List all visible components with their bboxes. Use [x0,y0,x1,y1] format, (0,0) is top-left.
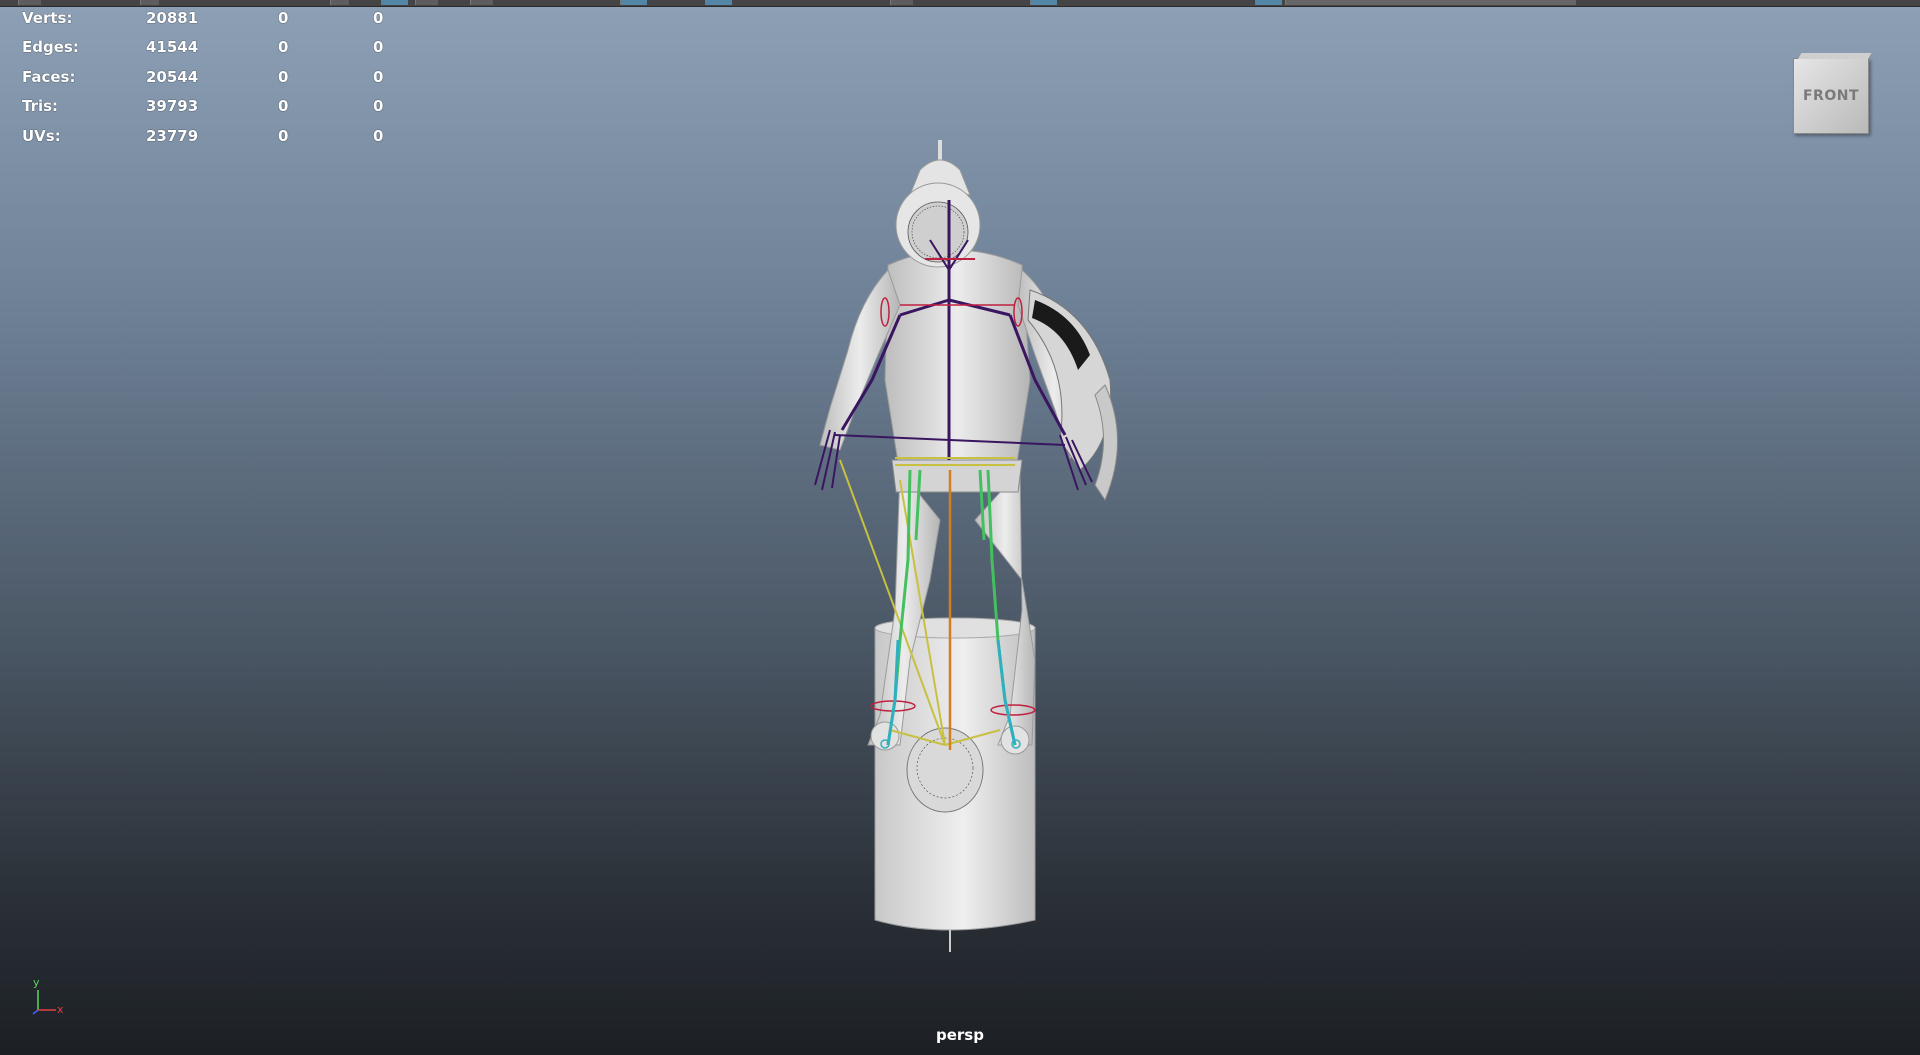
hud-value: 0 [373,97,384,116]
viewport-toolbar [0,0,1920,7]
hud-value: 23779 [146,126,199,145]
toolbar-button[interactable] [620,0,647,5]
hud-value: 20881 [146,9,199,27]
toolbar-button[interactable] [330,0,349,5]
hud-value: 0 [373,38,384,57]
camera-name-label: persp [936,1026,984,1044]
toolbar-button[interactable] [1285,0,1576,5]
helmet-mesh [895,140,981,268]
view-cube-face-label: FRONT [1802,88,1859,104]
hud-label: Edges: [22,38,79,57]
hud-value: 0 [278,126,289,145]
3d-viewport[interactable]: Verts: 20881 0 0 Edges: 41544 0 0 Faces:… [0,0,1920,1055]
axis-gizmo: y x [30,976,70,1018]
hud-label: Tris: [22,97,59,116]
hud-value: 39793 [146,97,199,116]
toolbar-button[interactable] [890,0,913,5]
torso-mesh [884,249,1031,493]
hud-value: 20544 [146,67,199,86]
hud-value: 0 [278,67,289,86]
toolbar-button[interactable] [705,0,732,5]
view-cube[interactable]: FRONT [1793,58,1869,134]
hud-label: Verts: [22,9,73,27]
hud-value: 0 [373,67,384,86]
shield-mesh [1027,289,1118,502]
toolbar-button[interactable] [415,0,438,5]
toolbar-button[interactable] [1255,0,1282,5]
hud-label: UVs: [22,126,61,145]
hud-label: Faces: [22,67,76,86]
hud-value: 0 [373,126,384,145]
toolbar-button[interactable] [381,0,408,5]
toolbar-button[interactable] [18,0,41,5]
rigged-character-model[interactable] [760,140,1160,960]
hud-value: 41544 [146,38,199,57]
toolbar-button[interactable] [1030,0,1057,5]
toolbar-button[interactable] [470,0,493,5]
axis-x-label: x [57,1003,64,1016]
hud-value: 0 [278,38,289,57]
hud-value: 0 [278,97,289,116]
hud-value: 0 [278,9,289,27]
axis-y-label: y [33,976,40,989]
hud-value: 0 [373,9,384,27]
toolbar-button[interactable] [140,0,159,5]
